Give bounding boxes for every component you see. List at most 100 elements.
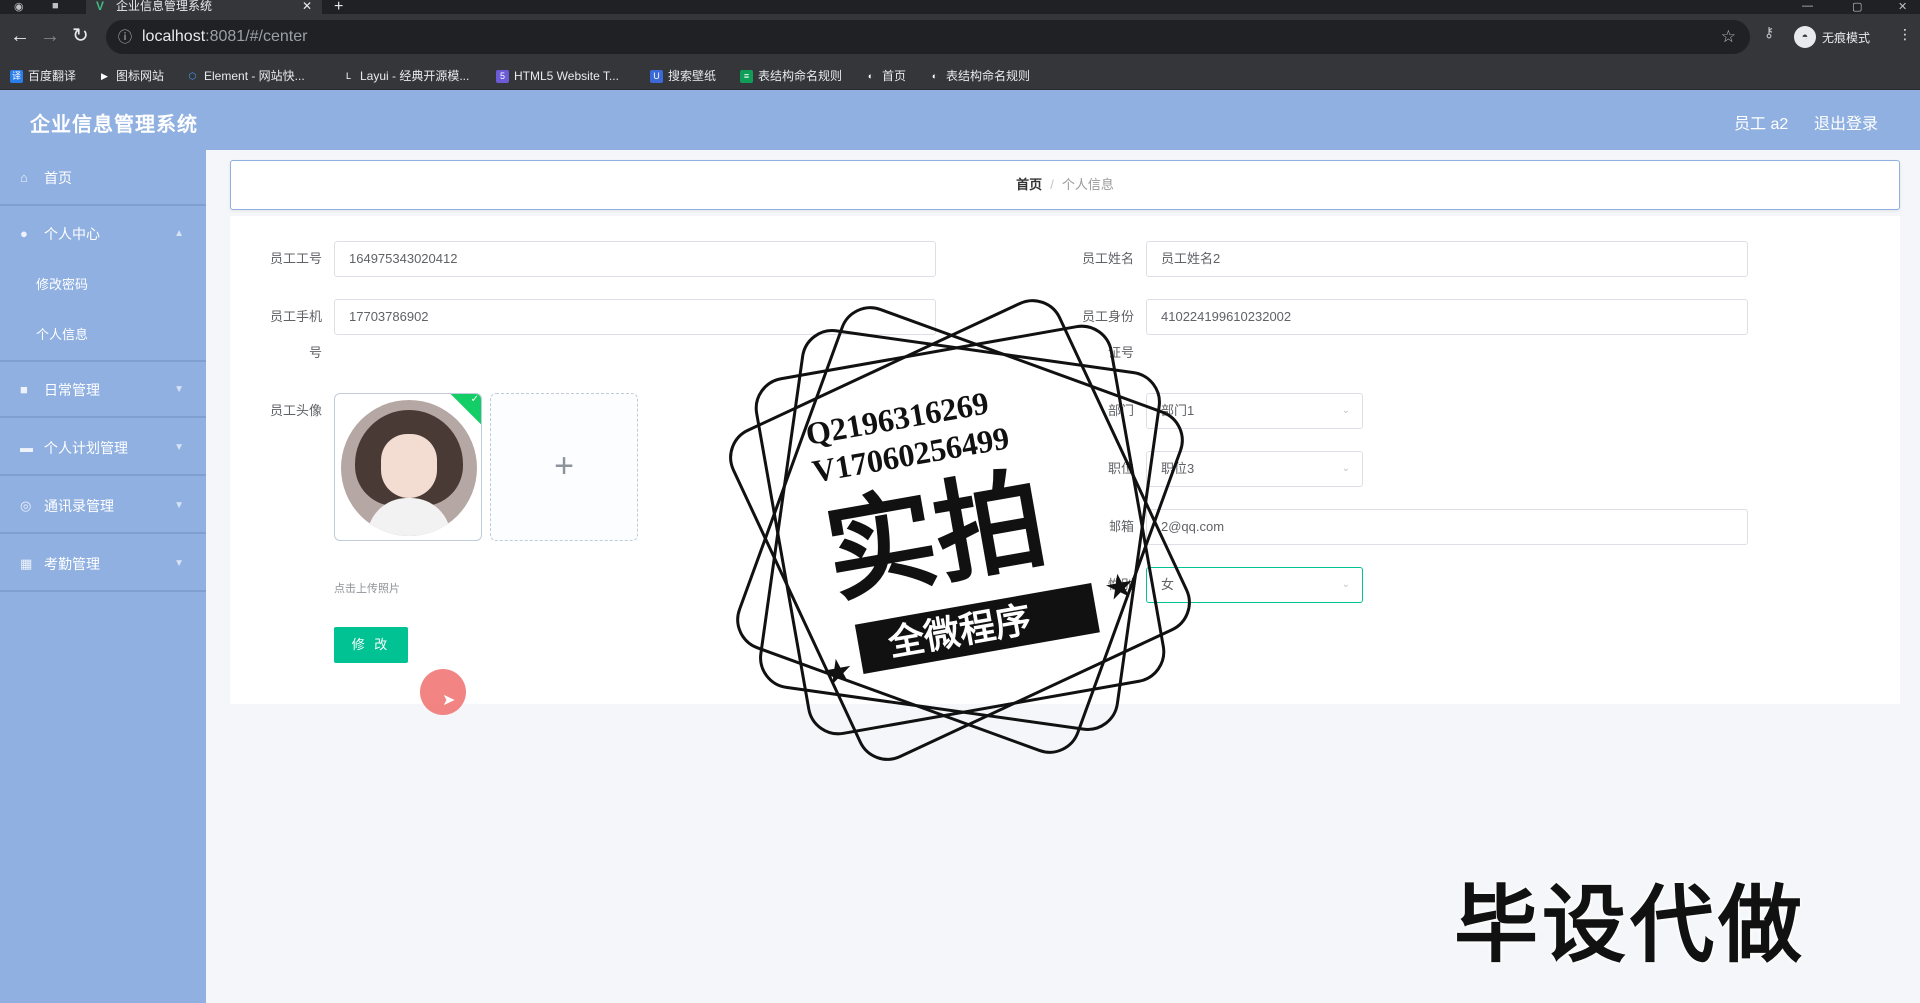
watermark-bottom-text: 毕设代做 — [1454, 878, 1807, 972]
bookmark-label: 首页 — [882, 69, 907, 83]
bookmark-label: 搜索壁纸 — [668, 69, 717, 83]
browser-tab[interactable]: V 企业信息管理系统 ✕ — [86, 0, 322, 14]
wallpaper-icon: U — [650, 69, 663, 83]
html5-icon: 5 — [496, 69, 509, 83]
reload-icon[interactable]: ↻ — [72, 24, 89, 48]
email-input[interactable]: 2@qq.com — [1146, 509, 1748, 545]
vue-logo-icon: V — [96, 0, 105, 13]
chevron-down-icon: ▼ — [174, 500, 184, 511]
sidebar-item-label: 考勤管理 — [44, 556, 100, 572]
tab-close-icon[interactable]: ✕ — [302, 0, 312, 12]
bookmark-item[interactable]: ⬡ Element - 网站快... — [186, 68, 305, 84]
upload-button[interactable]: + — [490, 393, 638, 541]
sidebar-item-attendance[interactable]: ▦ 考勤管理 ▼ — [0, 536, 206, 592]
layui-logo-icon: L — [345, 70, 351, 81]
browser-tab-strip: ◉ ■ V 企业信息管理系统 ✕ + — ▢ ✕ — [0, 0, 1920, 15]
bookmark-item[interactable]: ≡ 表结构命名规则 — [740, 68, 842, 84]
chevron-up-icon: ▲ — [174, 228, 184, 239]
contacts-icon: ◎ — [20, 498, 32, 513]
forward-arrow-icon[interactable]: → — [40, 24, 60, 48]
bookmark-item[interactable]: 译百度翻译 — [10, 68, 76, 84]
window-icon: ■ — [52, 0, 59, 12]
employee-no-label: 员工工号 — [269, 251, 322, 266]
element-logo-icon: ⬡ — [188, 70, 197, 81]
url-host: localhost — [142, 28, 206, 45]
maximize-icon[interactable]: ▢ — [1852, 0, 1862, 13]
mouse-pointer-icon: ➤ — [442, 692, 456, 709]
sidebar-subitem-personal-info[interactable]: 个人信息 — [0, 310, 206, 360]
chevron-down-icon: ⌄ — [1341, 579, 1350, 590]
bookmark-item[interactable]: L Layui - 经典开源模... — [342, 68, 469, 84]
phone-label-wrap: 号 — [308, 345, 322, 360]
browser-menu-icon[interactable]: ⋮ — [1898, 26, 1912, 43]
bookmarks-bar: 译百度翻译 ▶ 图标网站 ⬡ Element - 网站快... L Layui - 经… — [0, 62, 1920, 90]
incognito-indicator[interactable]: ◓ 无痕模式 — [1794, 26, 1870, 48]
bookmark-item[interactable]: ◐ 表结构命名规则 — [928, 68, 1030, 84]
sidebar-item-plan[interactable]: ▬ 个人计划管理 ▼ — [0, 420, 206, 476]
bookmark-label: 表结构命名规则 — [946, 69, 1031, 83]
key-icon[interactable]: ⚷ — [1764, 24, 1774, 41]
sidebar-item-label: 通讯录管理 — [44, 498, 114, 514]
browser-toolbar: ← → ↻ ⓘ localhost:8081/#/center ☆ — [0, 14, 1920, 62]
avatar-face — [381, 434, 437, 498]
bookmark-item[interactable]: U 搜索壁纸 — [650, 68, 716, 84]
bookmark-label: HTML5 Website T... — [514, 69, 619, 83]
sidebar-item-label: 个人中心 — [44, 226, 100, 242]
document-icon: ■ — [20, 382, 28, 397]
app-title: 企业信息管理系统 — [30, 114, 198, 136]
chevron-down-icon: ⌄ — [1341, 463, 1350, 474]
avatar — [341, 400, 477, 536]
bookmark-item[interactable]: ▶ 图标网站 — [98, 68, 164, 84]
site-info-icon[interactable]: ⓘ — [118, 20, 132, 54]
logout-link[interactable]: 退出登录 — [1814, 110, 1878, 134]
avatar-preview[interactable]: ✓ — [334, 393, 482, 541]
sidebar-item-label: 个人计划管理 — [44, 440, 128, 456]
bookmark-label: Element - 网站快... — [204, 69, 305, 83]
bookmark-star-icon[interactable]: ☆ — [1721, 20, 1736, 54]
plan-icon: ▬ — [20, 440, 33, 455]
sidebar-item-home[interactable]: ⌂ 首页 — [0, 150, 206, 206]
sidebar: ⌂ 首页 ● 个人中心 ▲ 修改密码 个人信息 ■ 日常管理 ▼ ▬ 个人计划管… — [0, 150, 206, 1003]
bookmark-label: 表结构命名规则 — [758, 69, 843, 83]
minimize-icon[interactable]: — — [1802, 0, 1813, 12]
address-bar[interactable]: ⓘ localhost:8081/#/center ☆ — [106, 20, 1750, 54]
sidebar-subitem-change-password[interactable]: 修改密码 — [0, 260, 206, 310]
submit-button[interactable]: 修 改 — [334, 627, 408, 663]
tab-title: 企业信息管理系统 — [116, 0, 213, 13]
avatar-label: 员工头像 — [269, 403, 322, 418]
avatar-body — [367, 498, 451, 536]
incognito-icon: ◓ — [1794, 26, 1816, 48]
app-header: 企业信息管理系统 员工 a2 退出登录 — [0, 90, 1920, 150]
id-number-input[interactable]: 410224199610232002 — [1146, 299, 1748, 335]
back-arrow-icon[interactable]: ← — [10, 24, 30, 48]
bookmark-label: 百度翻译 — [28, 69, 77, 83]
sidebar-item-contacts[interactable]: ◎ 通讯录管理 ▼ — [0, 478, 206, 534]
bookmark-label: 图标网站 — [116, 69, 165, 83]
bookmark-item[interactable]: 5 HTML5 Website T... — [496, 68, 619, 84]
breadcrumb-home[interactable]: 首页 — [1016, 177, 1042, 192]
chevron-down-icon: ⌄ — [1341, 405, 1350, 416]
flag-icon: ▶ — [101, 70, 108, 81]
user-icon: ● — [20, 226, 28, 241]
current-user: 员工 a2 — [1734, 116, 1789, 133]
grid-icon: ▦ — [20, 556, 33, 571]
globe-icon: ◐ — [931, 70, 938, 81]
window-close-icon[interactable]: ✕ — [1898, 0, 1907, 13]
incognito-label: 无痕模式 — [1822, 30, 1871, 45]
breadcrumb-separator: / — [1050, 177, 1054, 192]
chevron-down-icon: ▼ — [174, 384, 184, 395]
upload-tip: 点击上传照片 — [334, 583, 400, 595]
bookmark-item[interactable]: ◐ 首页 — [864, 68, 906, 84]
employee-name-input[interactable]: 员工姓名2 — [1146, 241, 1748, 277]
employee-no-input[interactable]: 164975343020412 — [334, 241, 936, 277]
sidebar-item-personal-center[interactable]: ● 个人中心 ▲ — [0, 206, 206, 262]
watermark-stamp: Q2196316269 V17060256499 实拍 全微程序 ★ ★ — [729, 299, 1191, 761]
sidebar-item-label: 首页 — [44, 170, 72, 186]
sidebar-item-daily[interactable]: ■ 日常管理 ▼ — [0, 362, 206, 418]
home-icon: ⌂ — [20, 170, 28, 185]
chevron-down-icon: ▼ — [174, 442, 184, 453]
sidebar-item-label: 日常管理 — [44, 382, 100, 398]
check-icon: ✓ — [470, 394, 479, 405]
url-path: :8081/#/center — [205, 28, 308, 45]
employee-name-label: 员工姓名 — [1081, 251, 1134, 266]
